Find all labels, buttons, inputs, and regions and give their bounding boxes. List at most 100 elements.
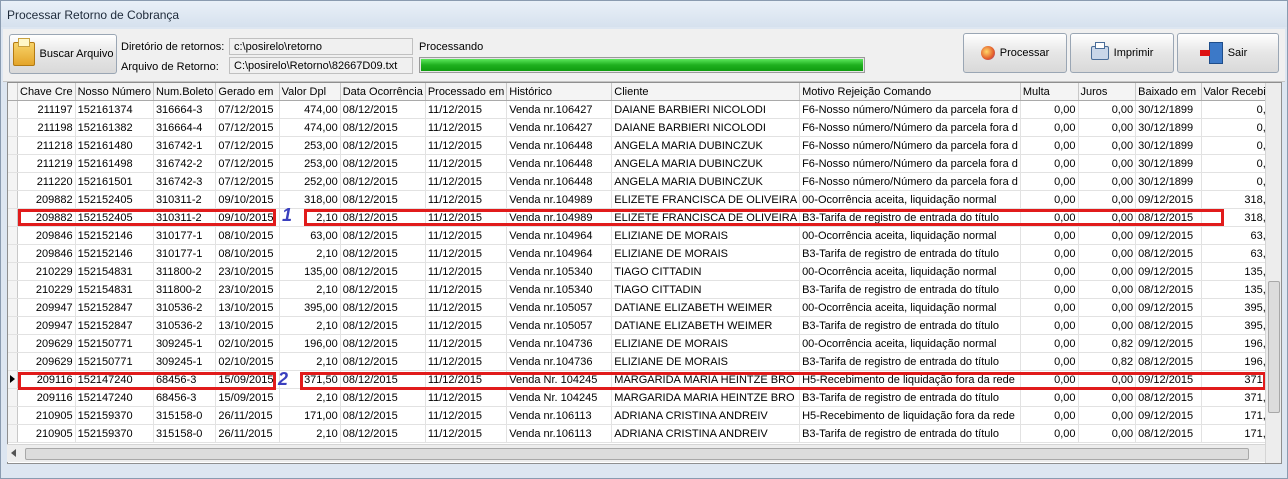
table-cell[interactable]: 00-Ocorrência aceita, liquidação normal — [799, 226, 1021, 245]
table-cell[interactable]: 310177-1 — [153, 226, 217, 245]
table-cell[interactable]: F6-Nosso número/Número da parcela fora d — [799, 118, 1021, 137]
table-cell[interactable]: 11/12/2015 — [425, 136, 508, 155]
table-cell[interactable]: 0,00 — [1078, 154, 1137, 173]
table-cell[interactable]: 11/12/2015 — [425, 316, 508, 335]
table-cell[interactable]: 2,10 — [279, 424, 341, 443]
table-cell[interactable]: ELIZETE FRANCISCA DE OLIVEIRA — [611, 190, 801, 209]
table-cell[interactable]: 11/12/2015 — [425, 190, 508, 209]
table-cell[interactable]: Venda nr.105057 — [506, 298, 613, 317]
table-cell[interactable]: 309245-1 — [153, 334, 217, 353]
table-cell[interactable]: 152161498 — [75, 154, 154, 173]
table-cell[interactable]: ADRIANA CRISTINA ANDREIV — [611, 424, 801, 443]
table-cell[interactable]: Venda Nr. 104245 — [506, 388, 613, 407]
table-cell[interactable]: 30/12/1899 — [1135, 154, 1202, 173]
table-cell[interactable]: 02/10/2015 — [215, 352, 280, 371]
table-cell[interactable]: 68456-3 — [153, 388, 217, 407]
table-cell[interactable]: 209947 — [17, 316, 76, 335]
table-cell[interactable]: 08/12/2015 — [1135, 352, 1202, 371]
table-row[interactable]: 209947 152152847 310536-2 13/10/2015 395,00 0… — [8, 298, 1281, 317]
table-cell[interactable]: Venda nr.105057 — [506, 316, 613, 335]
table-cell[interactable]: 152152847 — [75, 298, 154, 317]
table-cell[interactable]: MARGARIDA MARIA HEINTZE BRO — [611, 388, 801, 407]
table-cell[interactable]: 08/12/2015 — [340, 190, 426, 209]
table-cell[interactable]: 474,00 — [279, 100, 341, 119]
table-cell[interactable]: 0,00 — [1020, 298, 1079, 317]
column-header[interactable]: Chave Cre — [17, 83, 76, 101]
table-cell[interactable]: 00-Ocorrência aceita, liquidação normal — [799, 190, 1021, 209]
table-cell[interactable]: 211220 — [17, 172, 76, 191]
table-cell[interactable]: TIAGO CITTADIN — [611, 262, 801, 281]
table-cell[interactable]: 209947 — [17, 298, 76, 317]
table-cell[interactable]: 08/10/2015 — [215, 226, 280, 245]
table-cell[interactable]: 0,00 — [1020, 136, 1079, 155]
table-cell[interactable]: 08/12/2015 — [340, 424, 426, 443]
table-cell[interactable]: 0,00 — [1020, 226, 1079, 245]
horizontal-scrollbar[interactable] — [7, 444, 1265, 462]
table-cell[interactable]: 310311-2 — [153, 190, 217, 209]
vertical-scroll-thumb[interactable] — [1268, 281, 1280, 413]
table-cell[interactable]: 0,00 — [1078, 316, 1137, 335]
table-row[interactable]: 210229 152154831 311800-2 23/10/2015 135,00 0… — [8, 262, 1281, 281]
table-cell[interactable]: 08/12/2015 — [340, 406, 426, 425]
table-cell[interactable]: Venda nr.106427 — [506, 100, 613, 119]
table-cell[interactable]: 0,00 — [1020, 316, 1079, 335]
table-cell[interactable]: 152152847 — [75, 316, 154, 335]
table-cell[interactable]: 11/12/2015 — [425, 244, 508, 263]
column-header[interactable]: Valor Dpl — [279, 83, 341, 101]
table-cell[interactable]: Venda nr.106113 — [506, 406, 613, 425]
scroll-left-arrow-icon[interactable] — [11, 449, 16, 457]
table-cell[interactable]: 152152146 — [75, 226, 154, 245]
table-cell[interactable]: 152161480 — [75, 136, 154, 155]
column-header[interactable]: Num.Boleto — [153, 83, 217, 101]
table-cell[interactable]: 0,00 — [1078, 298, 1137, 317]
table-cell[interactable]: 08/12/2015 — [340, 280, 426, 299]
table-cell[interactable]: 135,00 — [279, 262, 341, 281]
table-cell[interactable]: Venda nr.104989 — [506, 190, 613, 209]
table-cell[interactable]: 316664-4 — [153, 118, 217, 137]
table-cell[interactable]: 00-Ocorrência aceita, liquidação normal — [799, 262, 1021, 281]
table-cell[interactable]: 11/12/2015 — [425, 334, 508, 353]
column-header[interactable]: Multa — [1020, 83, 1079, 101]
table-cell[interactable]: 26/11/2015 — [215, 406, 280, 425]
column-header[interactable]: Gerado em — [215, 83, 280, 101]
table-cell[interactable]: 0,00 — [1078, 190, 1137, 209]
dir-field[interactable]: c:\posirelo\retorno — [229, 38, 413, 55]
table-cell[interactable]: 152154831 — [75, 280, 154, 299]
table-cell[interactable]: 08/12/2015 — [340, 298, 426, 317]
table-cell[interactable]: 0,00 — [1020, 190, 1079, 209]
table-row[interactable]: 209882 152152405 310311-2 09/10/2015 318,00 0… — [8, 190, 1281, 209]
table-cell[interactable]: TIAGO CITTADIN — [611, 280, 801, 299]
table-cell[interactable]: ELIZIANE DE MORAIS — [611, 226, 801, 245]
table-cell[interactable]: 211219 — [17, 154, 76, 173]
table-cell[interactable]: 11/12/2015 — [425, 388, 508, 407]
table-cell[interactable]: 08/12/2015 — [340, 262, 426, 281]
table-cell[interactable]: 0,00 — [1078, 244, 1137, 263]
file-field[interactable]: C:\posirelo\Retorno\82667D09.txt — [229, 57, 413, 74]
table-row[interactable]: 209116 152147240 68456-3 15/09/2015 2,10 08/1… — [8, 388, 1281, 407]
table-cell[interactable]: 0,00 — [1078, 262, 1137, 281]
table-cell[interactable]: 209846 — [17, 244, 76, 263]
table-cell[interactable]: Venda nr.104736 — [506, 334, 613, 353]
table-cell[interactable]: B3-Tarifa de registro de entrada do títu… — [799, 316, 1021, 335]
column-header[interactable]: Juros — [1078, 83, 1137, 101]
table-cell[interactable]: 15/09/2015 — [215, 388, 280, 407]
table-cell[interactable]: 0,00 — [1078, 280, 1137, 299]
table-cell[interactable]: 08/12/2015 — [340, 154, 426, 173]
table-cell[interactable]: 07/12/2015 — [215, 136, 280, 155]
table-cell[interactable]: 211198 — [17, 118, 76, 137]
table-cell[interactable]: 09/12/2015 — [1135, 406, 1202, 425]
table-cell[interactable]: 0,00 — [1078, 226, 1137, 245]
table-cell[interactable]: 310536-2 — [153, 316, 217, 335]
table-cell[interactable]: 152161501 — [75, 172, 154, 191]
table-cell[interactable]: 11/12/2015 — [425, 118, 508, 137]
table-cell[interactable]: 0,00 — [1078, 118, 1137, 137]
table-cell[interactable]: 30/12/1899 — [1135, 172, 1202, 191]
table-cell[interactable]: 08/12/2015 — [340, 100, 426, 119]
table-cell[interactable]: 63,00 — [279, 226, 341, 245]
table-cell[interactable]: 26/11/2015 — [215, 424, 280, 443]
table-cell[interactable]: 23/10/2015 — [215, 280, 280, 299]
table-cell[interactable]: 09/12/2015 — [1135, 226, 1202, 245]
table-cell[interactable]: 0,00 — [1020, 100, 1079, 119]
column-header[interactable]: Data Ocorrência — [340, 83, 426, 101]
table-cell[interactable]: 11/12/2015 — [425, 406, 508, 425]
